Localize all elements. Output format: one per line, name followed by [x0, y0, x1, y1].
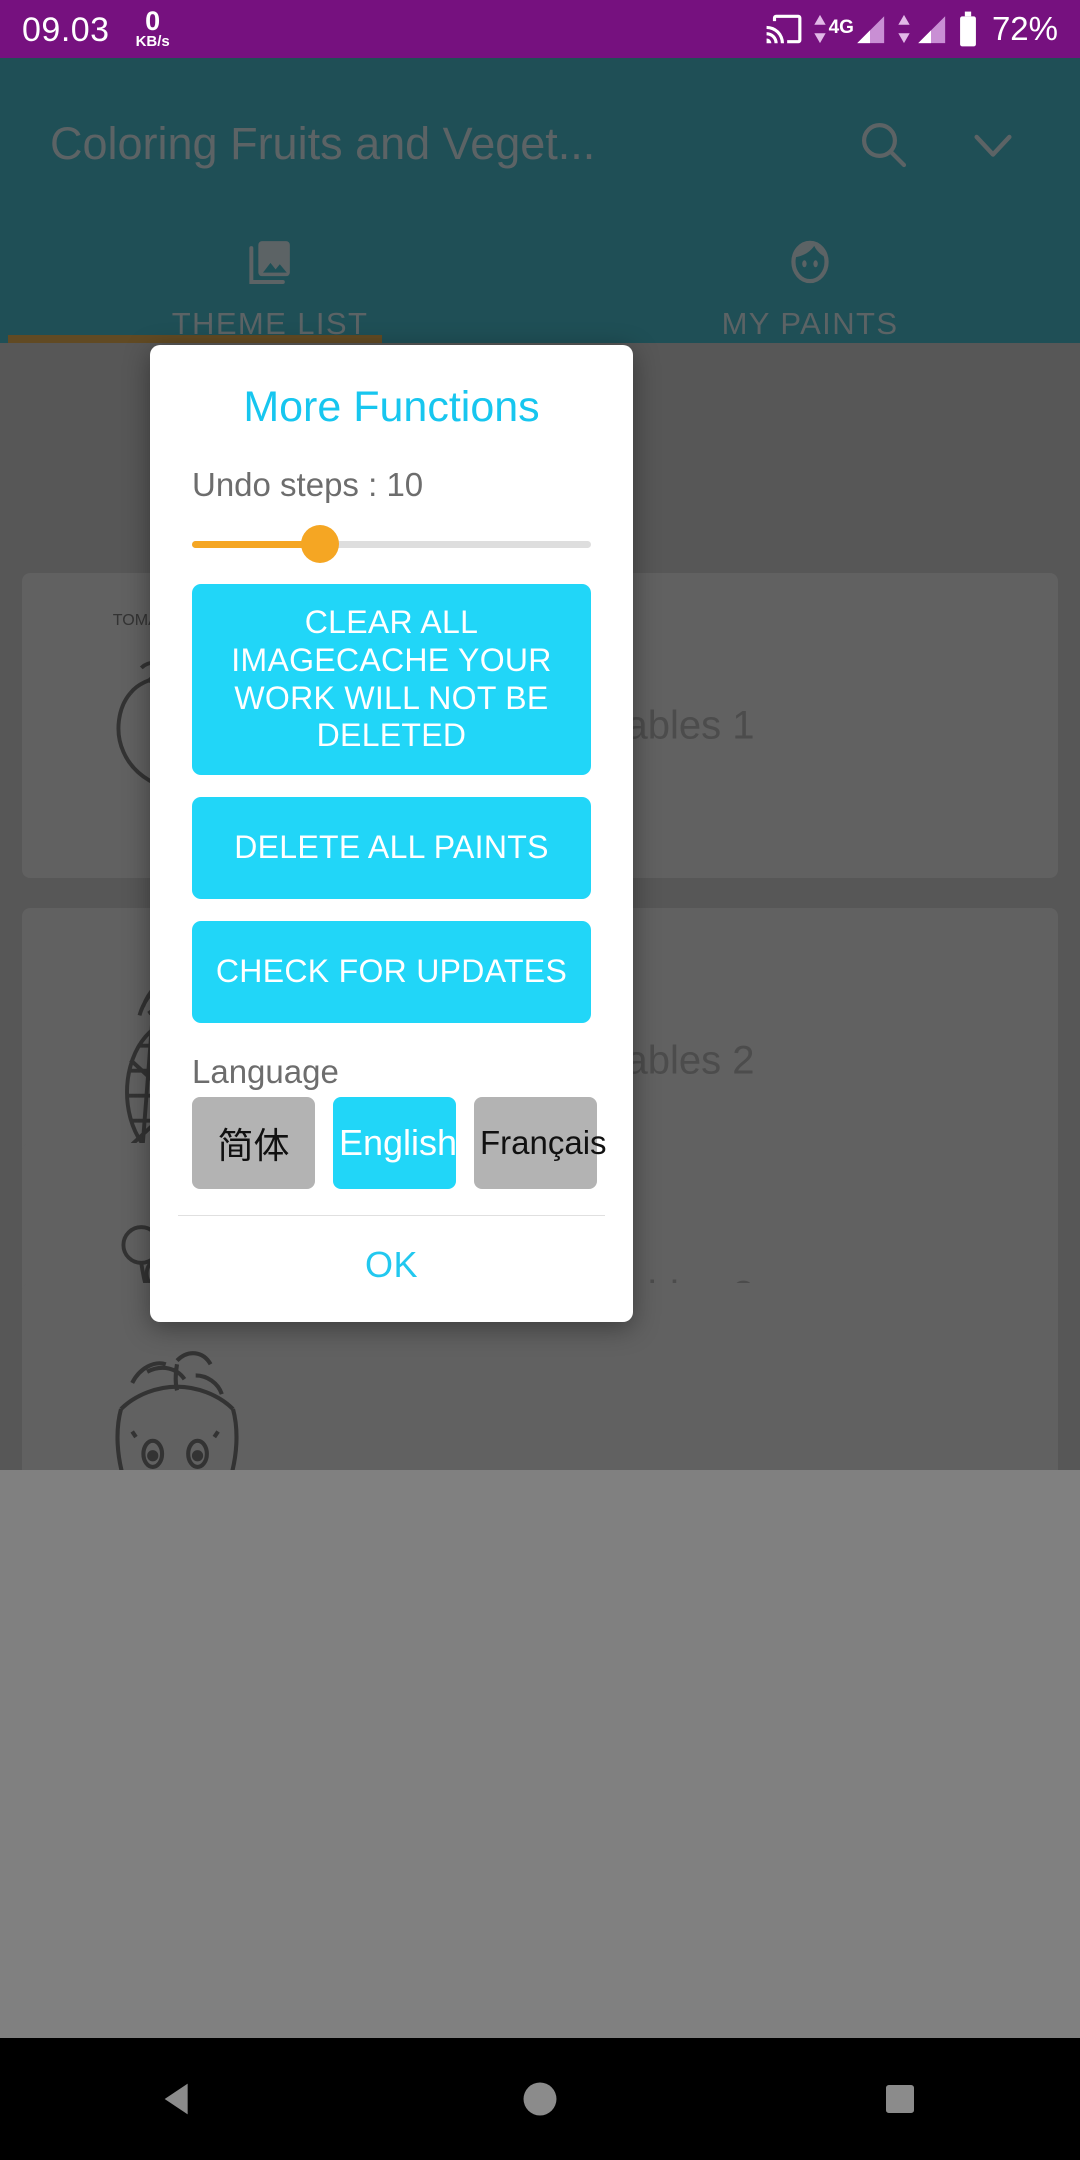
network-speed-value: 0: [145, 6, 161, 37]
status-bar-right: 4G 72%: [765, 10, 1058, 48]
cast-icon: [765, 10, 803, 48]
signal-4g-icon: 4G: [812, 12, 887, 46]
language-selector: 简体 English Français: [150, 1091, 633, 1189]
app-bar: Coloring Fruits and Veget...: [0, 58, 1080, 230]
undo-steps-slider[interactable]: [192, 525, 591, 563]
language-option-simplified-chinese[interactable]: 简体: [192, 1096, 315, 1189]
network-type-label: 4G: [828, 17, 854, 38]
face-icon: [782, 233, 838, 294]
clear-image-cache-button[interactable]: CLEAR ALL IMAGECACHE YOUR WORK WILL NOT …: [192, 584, 591, 775]
more-functions-dialog: More Functions Undo steps : 10 CLEAR ALL…: [150, 345, 633, 1322]
language-option-french[interactable]: Français: [474, 1096, 607, 1189]
network-speed-unit: KB/s: [135, 32, 170, 50]
strawberry-sketch: [52, 1307, 302, 1470]
tab-my-paints[interactable]: MY PAINTS: [540, 230, 1080, 345]
square-recents-icon[interactable]: [855, 2054, 945, 2144]
triangle-back-icon[interactable]: [135, 2054, 225, 2144]
battery-icon: [957, 10, 979, 48]
delete-all-paints-button[interactable]: DELETE ALL PAINTS: [192, 797, 591, 899]
chevron-down-icon[interactable]: [956, 107, 1030, 181]
language-label: Language: [192, 1052, 339, 1090]
status-bar: 09.03 0 KB/s 4G 72%: [0, 0, 1080, 58]
status-clock: 09.03: [22, 10, 110, 49]
page-title: Coloring Fruits and Veget...: [50, 118, 596, 169]
search-icon[interactable]: [846, 107, 920, 181]
signal-icon: [896, 12, 948, 46]
undo-steps-label: Undo steps : 10: [192, 466, 424, 503]
ok-button[interactable]: OK: [150, 1216, 633, 1316]
status-bar-left: 09.03 0 KB/s: [22, 6, 170, 50]
image-collection-icon: [242, 233, 298, 294]
tab-bar: THEME LIST MY PAINTS: [0, 230, 1080, 345]
language-option-english[interactable]: English: [333, 1096, 457, 1189]
tab-my-paints-label: MY PAINTS: [721, 306, 899, 341]
slider-thumb[interactable]: [300, 525, 339, 563]
tab-indicator: [8, 335, 382, 343]
circle-home-icon[interactable]: [495, 2054, 585, 2144]
tab-theme-list[interactable]: THEME LIST: [0, 230, 540, 345]
check-for-updates-button[interactable]: CHECK FOR UPDATES: [192, 920, 591, 1023]
dialog-title: More Functions: [243, 383, 540, 431]
network-speed: 0 KB/s: [135, 6, 170, 50]
system-navigation-bar: [0, 2038, 1080, 2160]
battery-percent: 72%: [991, 10, 1058, 47]
